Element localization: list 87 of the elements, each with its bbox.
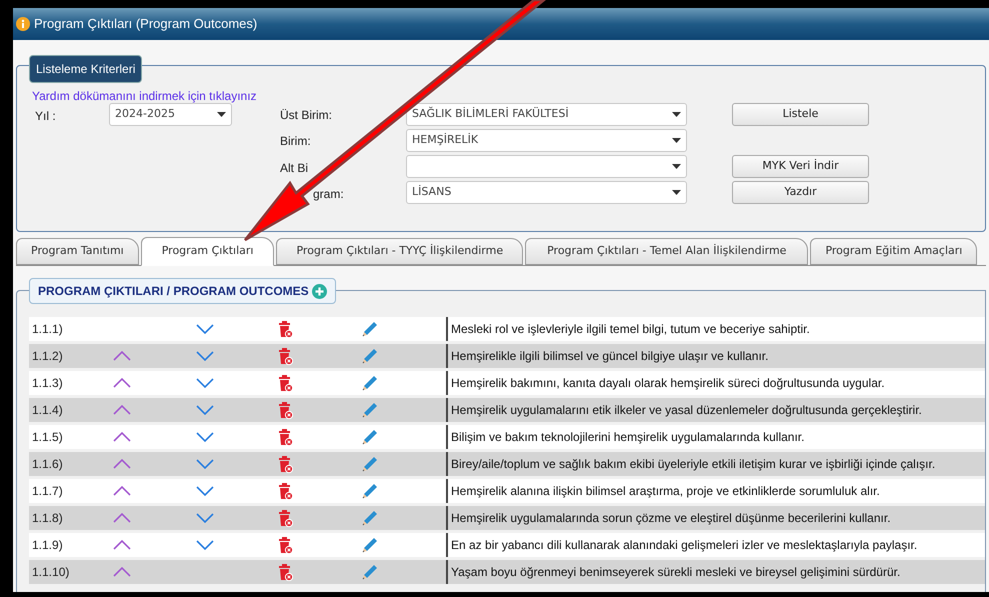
info-icon — [16, 17, 30, 31]
outcome-number: 1.1.5) — [31, 429, 64, 446]
pencil-icon[interactable] — [361, 509, 379, 527]
dropdown-field[interactable]: HEMŞİRELİK — [406, 129, 687, 152]
dropdown-caret-icon — [672, 164, 681, 169]
outcome-number: 1.1.7) — [31, 483, 64, 500]
chevron-down-icon[interactable] — [196, 432, 214, 442]
pencil-icon[interactable] — [361, 455, 379, 473]
tab[interactable]: Program Çıktıları - Temel Alan İlişkilendirme — [525, 238, 808, 265]
outcome-number: 1.1.2) — [31, 348, 64, 365]
field-label: Alt Bi — [280, 160, 308, 177]
trash-icon[interactable] — [279, 348, 293, 364]
outcome-text: Hemşirelik uygulamalarında sorun çözme ve eleştirel düşünme becerilerini kullanır. — [446, 506, 891, 530]
pencil-icon[interactable] — [361, 320, 379, 338]
chevron-down-icon[interactable] — [196, 540, 214, 550]
chevron-up-icon[interactable] — [113, 378, 131, 388]
outcome-number: 1.1.1) — [31, 321, 64, 338]
chevron-down-icon[interactable] — [196, 324, 214, 334]
dropdown-field[interactable]: SAĞLIK BİLİMLERİ FAKÜLTESİ — [406, 103, 687, 126]
outcome-text: Yaşam boyu öğrenmeyi benimseyerek sürekli mesleki ve bireysel gelişimini sürdürür. — [446, 560, 900, 584]
action-button[interactable]: Listele — [732, 103, 869, 126]
year-select[interactable]: 2024-2025 — [109, 103, 232, 126]
dropdown-field[interactable] — [406, 155, 687, 178]
pencil-icon[interactable] — [361, 428, 379, 446]
outcome-text: Mesleki rol ve işlevleriyle ilgili temel bilgi, tutum ve beceriye sahiptir. — [446, 317, 810, 341]
outcome-text: Hemşirelik alanına ilişkin bilimsel araştırma, proje ve etkinliklerde sorumluluk alır. — [446, 479, 880, 503]
trash-icon[interactable] — [279, 482, 293, 500]
chevron-down-icon[interactable] — [196, 513, 214, 523]
outcome-number: 1.1.8) — [31, 510, 64, 527]
field-label: gram: — [312, 186, 344, 204]
window-title: Program Çıktıları (Program Outcomes) — [34, 15, 258, 34]
dropdown-caret-icon — [217, 112, 226, 117]
outcome-text: En az bir yabancı dili kullanarak alanındaki gelişmeleri izler ve meslektaşlarıyla paylaşır. — [446, 533, 918, 557]
pencil-icon[interactable] — [361, 374, 379, 392]
chevron-up-icon[interactable] — [113, 432, 131, 442]
field-label: Birim: — [280, 133, 311, 150]
trash-icon[interactable] — [279, 428, 293, 446]
pencil-icon[interactable] — [361, 482, 379, 500]
outcome-text: Hemşirelik uygulamalarını etik ilkeler ve yasal düzenlemeler doğrultusunda gerçekleştirir. — [446, 398, 922, 422]
field-label: Üst Birim: — [280, 106, 332, 124]
outcome-number: 1.1.3) — [31, 375, 64, 392]
action-button[interactable]: MYK Veri İndir — [732, 155, 869, 178]
dropdown-field[interactable]: LİSANS — [406, 181, 687, 204]
outcome-number: 1.1.10) — [31, 564, 70, 581]
chevron-up-icon[interactable] — [113, 405, 131, 415]
outcome-text: Bilişim ve bakım teknolojilerini hemşirelik uygulamalarında kullanır. — [446, 425, 804, 449]
chevron-down-icon[interactable] — [196, 486, 214, 496]
outcome-text: Hemşirelik bakımını, kanıta dayalı olarak hemşirelik süreci doğrultusunda uygular. — [446, 371, 885, 395]
trash-icon[interactable] — [279, 374, 293, 392]
trash-icon[interactable] — [279, 320, 293, 338]
dropdown-caret-icon — [672, 138, 681, 143]
tab[interactable]: Program Çıktıları — [140, 237, 274, 266]
pencil-icon[interactable] — [361, 563, 379, 581]
trash-icon[interactable] — [279, 402, 293, 418]
chevron-up-icon[interactable] — [113, 459, 131, 469]
outcome-number: 1.1.9) — [31, 537, 64, 554]
outcome-number: 1.1.4) — [31, 402, 64, 419]
tab[interactable]: Program Tanıtımı — [16, 238, 139, 265]
add-icon[interactable] — [312, 284, 327, 298]
field-label: Yıl : — [34, 108, 57, 125]
dropdown-caret-icon — [672, 112, 681, 117]
dropdown-caret-icon — [672, 190, 681, 195]
outcome-text: Hemşirelikle ilgili bilimsel ve güncel bilgiye ulaşır ve kullanır. — [446, 344, 768, 368]
trash-icon[interactable] — [279, 510, 293, 526]
chevron-up-icon[interactable] — [113, 351, 131, 361]
outcome-text: Birey/aile/toplum ve sağlık bakım ekibi üyeleriyle etkili iletişim kurar ve işbirliği içinde çalışır. — [446, 452, 936, 476]
chevron-down-icon[interactable] — [196, 405, 214, 415]
tab[interactable]: Program Eğitim Amaçları — [810, 238, 978, 265]
chevron-down-icon[interactable] — [196, 459, 214, 469]
help-link[interactable]: Yardım dökümanını indirmek için tıklayınız — [32, 87, 985, 103]
trash-icon[interactable] — [279, 564, 293, 580]
chevron-up-icon[interactable] — [113, 540, 131, 550]
panel-legend: Listeleme Kriterleri — [29, 55, 142, 83]
chevron-down-icon[interactable] — [196, 378, 214, 388]
chevron-up-icon[interactable] — [113, 486, 131, 496]
pencil-icon[interactable] — [361, 536, 379, 554]
tab[interactable]: Program Çıktıları - TYYÇ İlişkilendirme — [276, 238, 524, 265]
trash-icon[interactable] — [279, 456, 293, 472]
action-button[interactable]: Yazdır — [732, 181, 869, 204]
outcome-number: 1.1.6) — [31, 456, 64, 473]
chevron-down-icon[interactable] — [196, 351, 214, 361]
pencil-icon[interactable] — [361, 401, 379, 419]
chevron-up-icon[interactable] — [113, 567, 131, 577]
chevron-up-icon[interactable] — [113, 513, 131, 523]
legend-title: PROGRAM ÇIKTILARI / PROGRAM OUTCOMES — [38, 283, 309, 300]
pencil-icon[interactable] — [361, 347, 379, 365]
trash-icon[interactable] — [279, 536, 293, 554]
